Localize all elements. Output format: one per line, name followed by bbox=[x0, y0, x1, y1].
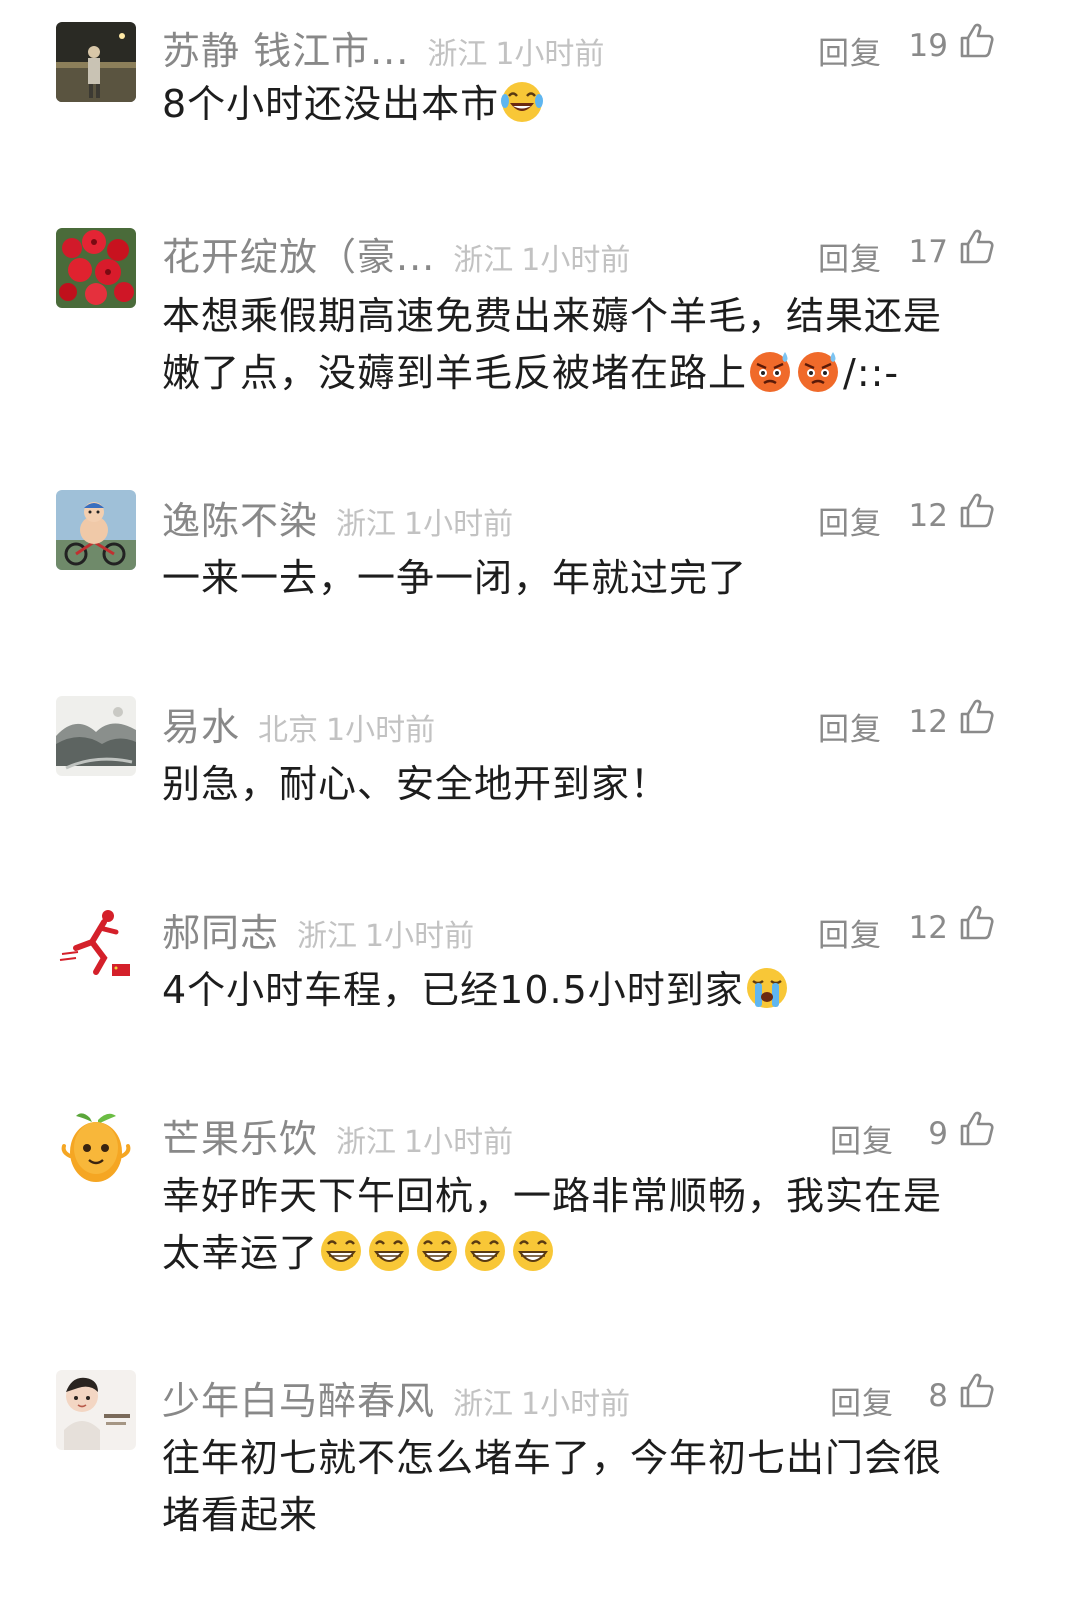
avatar-image bbox=[56, 490, 136, 570]
avatar[interactable] bbox=[56, 1108, 136, 1188]
thumb-up-icon[interactable] bbox=[958, 228, 994, 266]
location: 浙江 bbox=[336, 1125, 397, 1160]
location: 浙江 bbox=[336, 507, 397, 542]
avatar[interactable] bbox=[56, 228, 136, 308]
grin-emoji bbox=[321, 1231, 362, 1271]
timestamp: 1小时前 bbox=[326, 713, 436, 748]
comment-item: 郝同志 浙江 1小时前 回复 12 4个小时车程，已经10.5小时到家 bbox=[0, 902, 1080, 1042]
comment-meta: 易水 北京 1小时前 bbox=[162, 696, 436, 751]
username[interactable]: 易水 bbox=[162, 696, 240, 751]
like-count: 19 bbox=[908, 28, 948, 64]
grin-emoji bbox=[513, 1231, 554, 1271]
comment-meta: 芒果乐饮 浙江 1小时前 bbox=[162, 1108, 514, 1163]
angry-sweat-emoji bbox=[798, 352, 839, 392]
comment-text: 幸好昨天下午回杭，一路非常顺畅，我实在是 太幸运了 bbox=[162, 1168, 982, 1282]
like-count: 12 bbox=[908, 910, 948, 946]
comment-line: 本想乘假期高速免费出来薅个羊毛，结果还是 bbox=[162, 294, 943, 338]
grin-emoji bbox=[369, 1231, 410, 1271]
avatar[interactable] bbox=[56, 902, 136, 982]
comment-item: 芒果乐饮 浙江 1小时前 回复 9 幸好昨天下午回杭，一路非常顺畅，我实在是 太… bbox=[0, 1108, 1080, 1308]
reply-button[interactable]: 回复 bbox=[818, 498, 882, 543]
thumb-up-icon[interactable] bbox=[958, 492, 994, 530]
comment-line: 太幸运了 bbox=[162, 1231, 319, 1275]
username[interactable]: 苏静 钱江市... bbox=[162, 20, 409, 75]
comment-meta: 苏静 钱江市... 浙江 1小时前 bbox=[162, 20, 605, 75]
reply-button[interactable]: 回复 bbox=[818, 28, 882, 73]
avatar-image bbox=[56, 1370, 136, 1450]
comment-text: 别急，耐心、安全地开到家！ bbox=[162, 756, 982, 813]
comment-text: 一来一去，一争一闭，年就过完了 bbox=[162, 550, 982, 607]
timestamp: 1小时前 bbox=[404, 507, 514, 542]
reply-button[interactable]: 回复 bbox=[818, 234, 882, 279]
thumb-up-icon[interactable] bbox=[958, 698, 994, 736]
comment-line: 嫩了点，没薅到羊毛反被堵在路上 bbox=[162, 351, 748, 395]
avatar-image bbox=[56, 902, 136, 982]
timestamp: 1小时前 bbox=[521, 243, 631, 278]
username[interactable]: 逸陈不染 bbox=[162, 490, 318, 545]
timestamp: 1小时前 bbox=[404, 1125, 514, 1160]
thumb-up-icon[interactable] bbox=[958, 1110, 994, 1148]
comment-line: 堵看起来 bbox=[162, 1493, 319, 1537]
avatar-image bbox=[56, 228, 136, 308]
comment-line-wrap: 嫩了点，没薅到羊毛反被堵在路上 /::- bbox=[162, 345, 982, 402]
location: 浙江 bbox=[297, 919, 358, 954]
comment-item: 花开绽放（豪... 浙江 1小时前 回复 17 本想乘假期高速免费出来薅个羊毛，… bbox=[0, 226, 1080, 436]
comment-suffix: /::- bbox=[843, 351, 900, 395]
avatar[interactable] bbox=[56, 696, 136, 776]
thumb-up-icon[interactable] bbox=[958, 22, 994, 60]
comment-item: 少年白马醉春风 浙江 1小时前 回复 8 往年初七就不怎么堵车了，今年初七出门会… bbox=[0, 1370, 1080, 1590]
comment-meta: 郝同志 浙江 1小时前 bbox=[162, 902, 475, 957]
avatar[interactable] bbox=[56, 490, 136, 570]
comment-item: 逸陈不染 浙江 1小时前 回复 12 一来一去，一争一闭，年就过完了 bbox=[0, 490, 1080, 630]
like-count: 12 bbox=[908, 704, 948, 740]
comment-line: 一来一去，一争一闭，年就过完了 bbox=[162, 556, 748, 600]
location: 北京 bbox=[258, 713, 319, 748]
thumb-up-icon[interactable] bbox=[958, 904, 994, 942]
avatar-image bbox=[56, 1108, 136, 1188]
grin-emoji bbox=[465, 1231, 506, 1271]
comment-text: 4个小时车程，已经10.5小时到家 bbox=[162, 962, 982, 1019]
comment-meta: 少年白马醉春风 浙江 1小时前 bbox=[162, 1370, 631, 1425]
username[interactable]: 郝同志 bbox=[162, 902, 279, 957]
timestamp: 1小时前 bbox=[521, 1387, 631, 1422]
location: 浙江 bbox=[427, 37, 488, 72]
avatar[interactable] bbox=[56, 22, 136, 102]
avatar-image bbox=[56, 696, 136, 776]
reply-button[interactable]: 回复 bbox=[818, 910, 882, 955]
comment-line: 8个小时还没出本市 bbox=[162, 82, 500, 126]
reply-button[interactable]: 回复 bbox=[818, 704, 882, 749]
comment-line: 幸好昨天下午回杭，一路非常顺畅，我实在是 bbox=[162, 1174, 943, 1218]
reply-button[interactable]: 回复 bbox=[830, 1116, 894, 1161]
comment-item: 苏静 钱江市... 浙江 1小时前 回复 19 8个小时还没出本市 bbox=[0, 20, 1080, 180]
reply-button[interactable]: 回复 bbox=[830, 1378, 894, 1423]
comment-line: 别急，耐心、安全地开到家！ bbox=[162, 762, 670, 806]
like-count: 8 bbox=[928, 1378, 948, 1414]
like-count: 12 bbox=[908, 498, 948, 534]
location: 浙江 bbox=[453, 243, 514, 278]
crying-emoji bbox=[746, 968, 787, 1008]
comment-meta: 花开绽放（豪... 浙江 1小时前 bbox=[162, 226, 631, 281]
avatar[interactable] bbox=[56, 1370, 136, 1450]
avatar-image bbox=[56, 22, 136, 102]
username[interactable]: 少年白马醉春风 bbox=[162, 1370, 435, 1425]
comment-text: 本想乘假期高速免费出来薅个羊毛，结果还是 嫩了点，没薅到羊毛反被堵在路上 /::… bbox=[162, 288, 982, 402]
thumb-up-icon[interactable] bbox=[958, 1372, 994, 1410]
comment-line-wrap: 太幸运了 bbox=[162, 1225, 982, 1282]
comment-line: 往年初七就不怎么堵车了，今年初七出门会很 bbox=[162, 1436, 943, 1480]
username[interactable]: 芒果乐饮 bbox=[162, 1108, 318, 1163]
timestamp: 1小时前 bbox=[495, 37, 605, 72]
username[interactable]: 花开绽放（豪... bbox=[162, 226, 435, 281]
comment-text: 往年初七就不怎么堵车了，今年初七出门会很 堵看起来 bbox=[162, 1430, 982, 1544]
angry-sweat-emoji bbox=[750, 352, 791, 392]
comment-text: 8个小时还没出本市 bbox=[162, 76, 982, 133]
like-count: 9 bbox=[928, 1116, 948, 1152]
laughing-tears-emoji bbox=[501, 82, 544, 122]
like-count: 17 bbox=[908, 234, 948, 270]
grin-emoji bbox=[417, 1231, 458, 1271]
timestamp: 1小时前 bbox=[365, 919, 475, 954]
comment-item: 易水 北京 1小时前 回复 12 别急，耐心、安全地开到家！ bbox=[0, 696, 1080, 836]
location: 浙江 bbox=[453, 1387, 514, 1422]
comment-meta: 逸陈不染 浙江 1小时前 bbox=[162, 490, 514, 545]
comment-line: 4个小时车程，已经10.5小时到家 bbox=[162, 968, 744, 1012]
